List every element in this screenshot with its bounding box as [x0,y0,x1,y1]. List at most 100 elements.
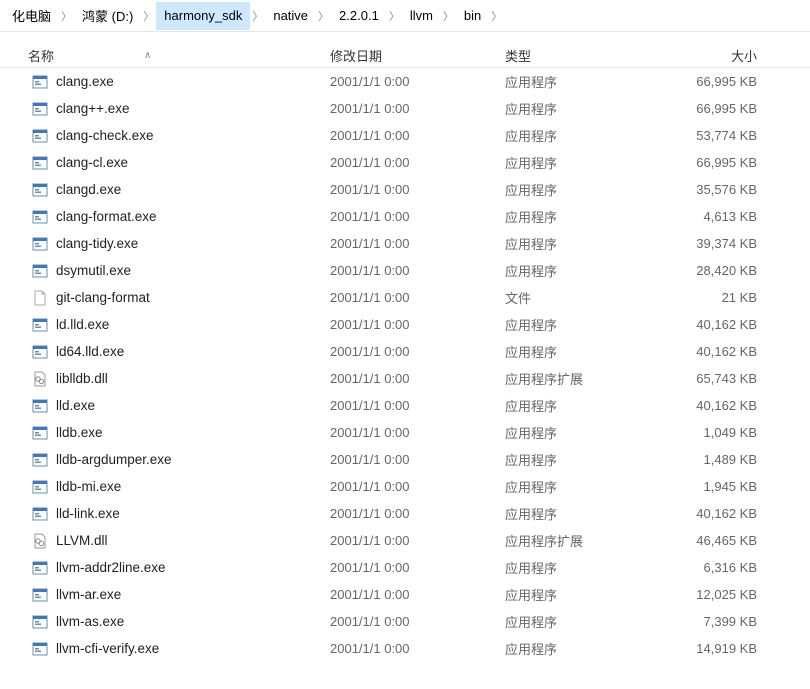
file-date-cell: 2001/1/1 0:00 [330,209,505,224]
file-row[interactable]: lldb.exe2001/1/1 0:00应用程序1,049 KB [0,419,810,446]
file-size-cell: 65,743 KB [655,371,775,386]
file-type-cell: 应用程序 [505,450,655,469]
exe-icon [32,128,48,144]
file-row[interactable]: ld64.lld.exe2001/1/1 0:00应用程序40,162 KB [0,338,810,365]
file-size-cell: 6,316 KB [655,560,775,575]
file-row[interactable]: clang-tidy.exe2001/1/1 0:00应用程序39,374 KB [0,230,810,257]
file-name-label: git-clang-format [56,290,150,305]
dll-icon [32,533,48,549]
file-name-label: lldb.exe [56,425,103,440]
file-type-cell: 应用程序 [505,612,655,631]
breadcrumb-item[interactable]: 2.2.0.1 [331,2,387,30]
file-size-cell: 28,420 KB [655,263,775,278]
exe-icon [32,425,48,441]
file-type-cell: 应用程序 [505,558,655,577]
file-row[interactable]: clang.exe2001/1/1 0:00应用程序66,995 KB [0,68,810,95]
file-name-label: lld.exe [56,398,95,413]
file-row[interactable]: llvm-as.exe2001/1/1 0:00应用程序7,399 KB [0,608,810,635]
file-size-cell: 1,489 KB [655,452,775,467]
column-header-name[interactable]: 名称 ∧ [0,46,330,65]
file-row[interactable]: clang-format.exe2001/1/1 0:00应用程序4,613 K… [0,203,810,230]
file-type-cell: 应用程序 [505,585,655,604]
file-name-label: LLVM.dll [56,533,108,548]
file-name-label: clang-cl.exe [56,155,128,170]
file-row[interactable]: lldb-argdumper.exe2001/1/1 0:00应用程序1,489… [0,446,810,473]
file-date-cell: 2001/1/1 0:00 [330,155,505,170]
exe-icon [32,182,48,198]
file-row[interactable]: clang-check.exe2001/1/1 0:00应用程序53,774 K… [0,122,810,149]
exe-icon [32,74,48,90]
file-name-label: llvm-as.exe [56,614,124,629]
chevron-right-icon[interactable]: 〉 [316,8,331,24]
file-size-cell: 40,162 KB [655,506,775,521]
file-row[interactable]: lldb-mi.exe2001/1/1 0:00应用程序1,945 KB [0,473,810,500]
file-row[interactable]: clang-cl.exe2001/1/1 0:00应用程序66,995 KB [0,149,810,176]
file-size-cell: 66,995 KB [655,101,775,116]
file-date-cell: 2001/1/1 0:00 [330,101,505,116]
sort-ascending-icon: ∧ [144,50,151,61]
file-date-cell: 2001/1/1 0:00 [330,452,505,467]
file-row[interactable]: ld.lld.exe2001/1/1 0:00应用程序40,162 KB [0,311,810,338]
breadcrumb-item[interactable]: harmony_sdk [156,2,250,30]
file-name-cell: llvm-addr2line.exe [0,560,330,576]
exe-icon [32,155,48,171]
file-date-cell: 2001/1/1 0:00 [330,587,505,602]
exe-icon [32,263,48,279]
file-row[interactable]: clang++.exe2001/1/1 0:00应用程序66,995 KB [0,95,810,122]
file-type-cell: 应用程序 [505,639,655,658]
file-type-cell: 应用程序扩展 [505,531,655,550]
file-row[interactable]: lld.exe2001/1/1 0:00应用程序40,162 KB [0,392,810,419]
file-type-cell: 应用程序 [505,72,655,91]
file-type-cell: 应用程序 [505,99,655,118]
breadcrumb-item[interactable]: 鸿蒙 (D:) [74,2,141,30]
file-date-cell: 2001/1/1 0:00 [330,398,505,413]
file-size-cell: 40,162 KB [655,344,775,359]
file-type-cell: 应用程序扩展 [505,369,655,388]
breadcrumb: 化电脑〉鸿蒙 (D:)〉harmony_sdk〉native〉2.2.0.1〉l… [0,0,810,32]
file-name-cell: git-clang-format [0,290,330,306]
file-size-cell: 1,049 KB [655,425,775,440]
chevron-right-icon[interactable]: 〉 [387,8,402,24]
file-name-cell: llvm-as.exe [0,614,330,630]
breadcrumb-item[interactable]: 化电脑 [4,2,59,30]
breadcrumb-item[interactable]: llvm [402,2,441,30]
file-date-cell: 2001/1/1 0:00 [330,614,505,629]
file-date-cell: 2001/1/1 0:00 [330,182,505,197]
file-name-cell: lld-link.exe [0,506,330,522]
file-name-cell: clang++.exe [0,101,330,117]
file-size-cell: 21 KB [655,290,775,305]
file-type-cell: 应用程序 [505,261,655,280]
file-row[interactable]: LLVM.dll2001/1/1 0:00应用程序扩展46,465 KB [0,527,810,554]
file-date-cell: 2001/1/1 0:00 [330,479,505,494]
file-row[interactable]: dsymutil.exe2001/1/1 0:00应用程序28,420 KB [0,257,810,284]
file-row[interactable]: liblldb.dll2001/1/1 0:00应用程序扩展65,743 KB [0,365,810,392]
column-header-type[interactable]: 类型 [505,46,655,65]
file-row[interactable]: llvm-cfi-verify.exe2001/1/1 0:00应用程序14,9… [0,635,810,662]
file-size-cell: 14,919 KB [655,641,775,656]
chevron-right-icon[interactable]: 〉 [441,8,456,24]
file-row[interactable]: clangd.exe2001/1/1 0:00应用程序35,576 KB [0,176,810,203]
file-row[interactable]: lld-link.exe2001/1/1 0:00应用程序40,162 KB [0,500,810,527]
chevron-right-icon[interactable]: 〉 [250,8,265,24]
column-header-date[interactable]: 修改日期 [330,46,505,65]
file-name-label: ld.lld.exe [56,317,109,332]
chevron-right-icon[interactable]: 〉 [489,8,504,24]
chevron-right-icon[interactable]: 〉 [141,8,156,24]
file-row[interactable]: git-clang-format2001/1/1 0:00文件21 KB [0,284,810,311]
file-row[interactable]: llvm-addr2line.exe 2001/1/1 0:00应用程序6,316… [0,554,810,581]
file-name-cell: liblldb.dll [0,371,330,387]
file-date-cell: 2001/1/1 0:00 [330,236,505,251]
breadcrumb-item[interactable]: native [265,2,316,30]
file-type-cell: 应用程序 [505,342,655,361]
file-date-cell: 2001/1/1 0:00 [330,560,505,575]
file-size-cell: 66,995 KB [655,74,775,89]
column-header-size[interactable]: 大小 [655,46,775,65]
file-name-label: llvm-ar.exe [56,587,121,602]
file-size-cell: 39,374 KB [655,236,775,251]
file-name-label: llvm-addr2line.exe [56,560,166,575]
file-type-cell: 应用程序 [505,180,655,199]
file-row[interactable]: llvm-ar.exe2001/1/1 0:00应用程序12,025 KB [0,581,810,608]
chevron-right-icon[interactable]: 〉 [59,8,74,24]
file-name-cell: lldb-argdumper.exe [0,452,330,468]
breadcrumb-item[interactable]: bin [456,2,489,30]
